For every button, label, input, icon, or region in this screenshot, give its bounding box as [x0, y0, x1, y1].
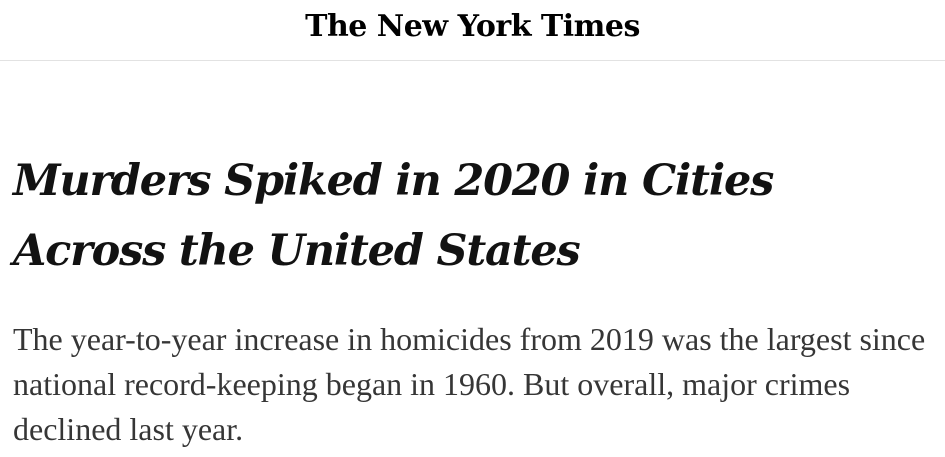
article-summary: The year-to-year increase in homicides f…: [13, 321, 926, 447]
nyt-logo[interactable]: The New York Times: [305, 12, 640, 42]
article-headline: Murders Spiked in 2020 in Cities Across …: [13, 156, 774, 276]
masthead: The New York Times: [0, 0, 945, 61]
